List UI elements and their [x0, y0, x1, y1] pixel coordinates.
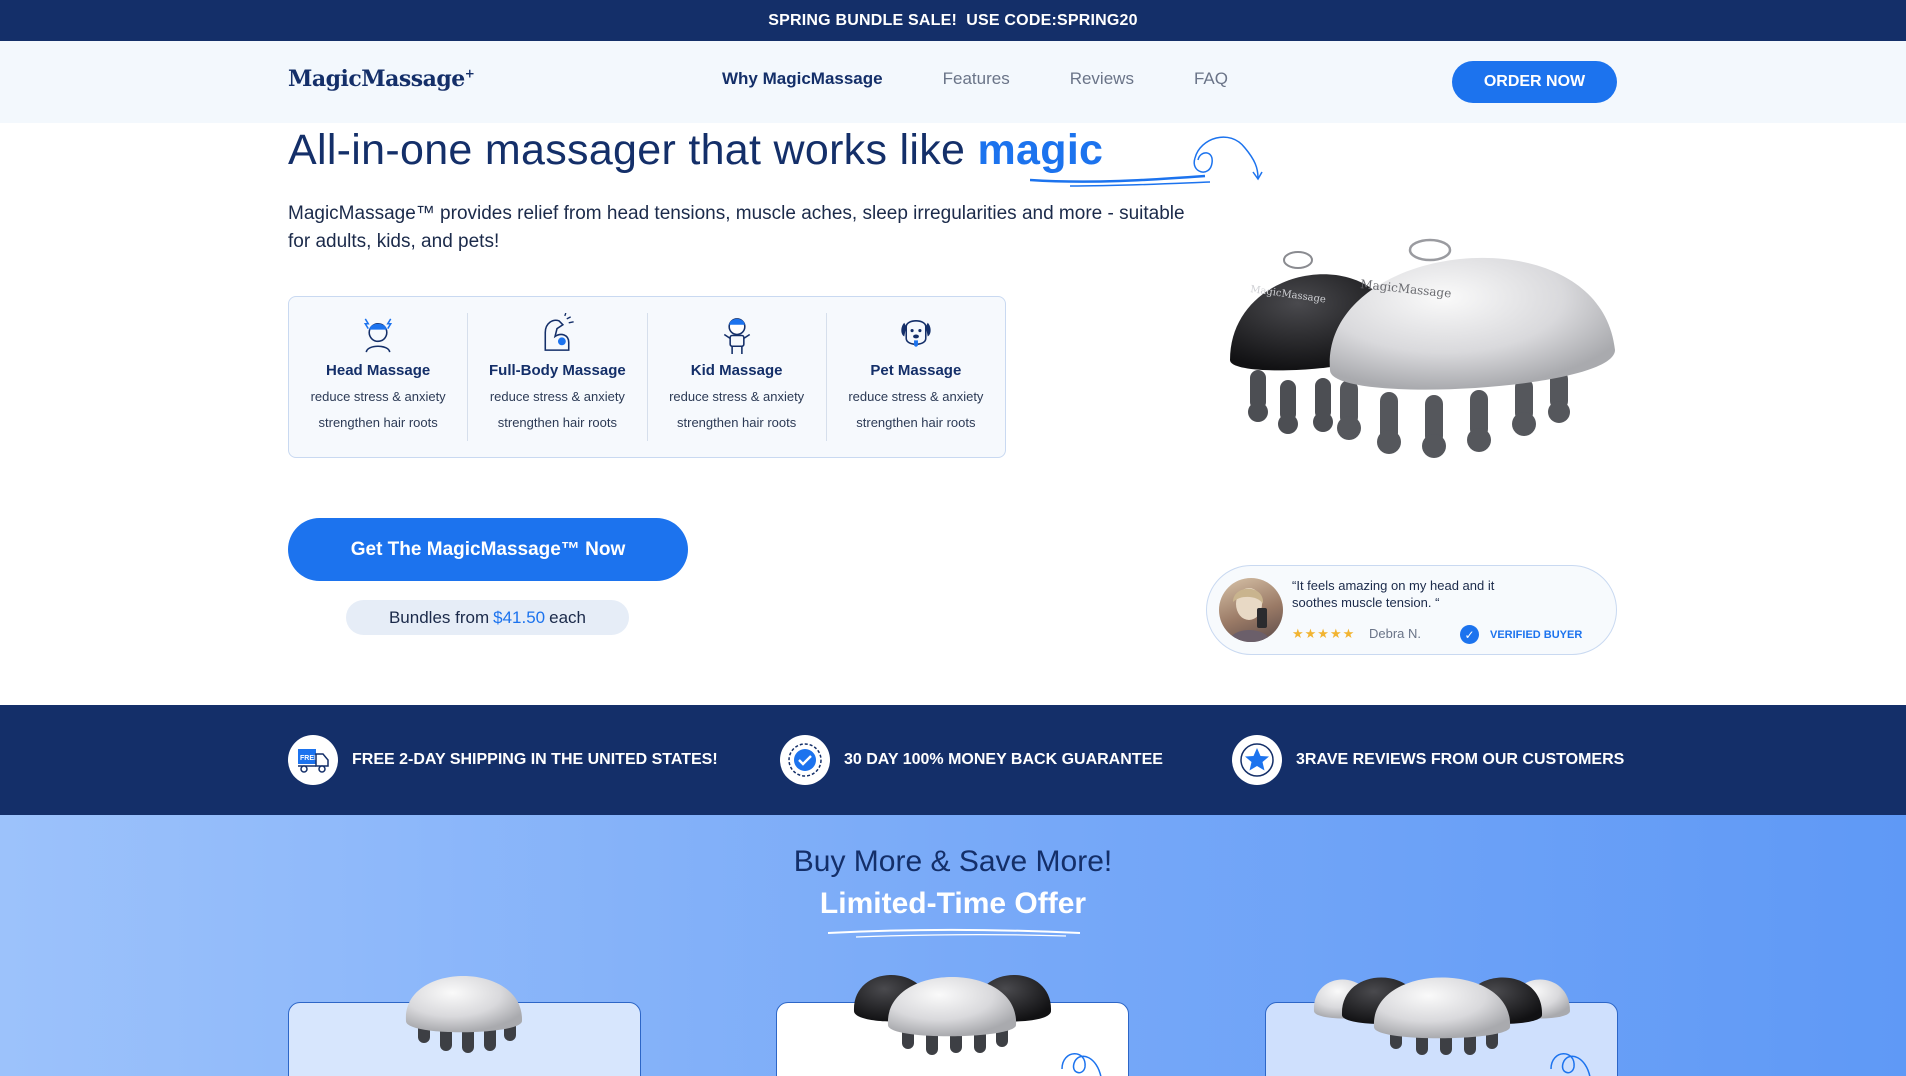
body-massage-icon — [544, 313, 575, 351]
main-nav: MagicMassage+ Why MagicMassage Features … — [0, 41, 1906, 123]
bundle-prefix: Bundles from — [388, 607, 490, 627]
bundle-price: $41.50 — [493, 607, 546, 627]
rating-stars-icon: ★★★★★ — [1292, 626, 1356, 641]
bundle-1-product-image — [405, 976, 523, 1053]
feature-line: reduce stress & anxiety — [669, 389, 805, 404]
benefit-text: 3RAVE REVIEWS FROM OUR CUSTOMERS — [1296, 751, 1625, 768]
feature-kid-massage: Kid Massage reduce stress & anxiety stre… — [648, 313, 827, 441]
swirl-decoration — [1030, 136, 1263, 187]
feature-line: strengthen hair roots — [318, 415, 438, 430]
bundle-price-pill: Bundles from $41.50 each — [346, 600, 629, 635]
nav-item-features[interactable]: Features — [943, 69, 1010, 89]
hero-subtitle: MagicMassage™ provides relief from head … — [288, 203, 1185, 252]
feature-title: Kid Massage — [690, 362, 783, 379]
feature-full-body-massage: Full-Body Massage reduce stress & anxiet… — [468, 313, 648, 441]
promo-text: SPRING BUNDLE SALE! USE CODE:SPRING20 — [768, 11, 1138, 29]
feature-line: strengthen hair roots — [497, 415, 617, 430]
review-card: “It feels amazing on my head and it soot… — [1206, 565, 1617, 655]
order-now-button[interactable]: ORDER NOW — [1452, 61, 1617, 103]
benefit-text: 30 DAY 100% MONEY BACK GUARANTEE — [844, 751, 1163, 768]
logo-text: MagicMassage — [288, 66, 465, 92]
feature-line: reduce stress & anxiety — [848, 389, 984, 404]
truck-icon: FREE — [288, 735, 338, 785]
offer-title: Buy More & Save More! — [793, 845, 1113, 878]
feature-head-massage: Head Massage reduce stress & anxiety str… — [289, 313, 469, 441]
swirl-decoration — [1061, 1053, 1102, 1076]
benefit-reviews: 3RAVE REVIEWS FROM OUR CUSTOMERS — [1232, 735, 1624, 785]
kid-icon — [723, 318, 750, 355]
head-massage-icon — [364, 318, 393, 353]
offer-section: Buy More & Save More! Limited-Time Offer — [0, 815, 1906, 1076]
logo-mark: + — [464, 66, 475, 81]
dog-icon — [901, 320, 931, 347]
feature-title: Pet Massage — [870, 362, 962, 379]
feature-title: Full-Body Massage — [489, 362, 626, 379]
verified-buyer-label: VERIFIED BUYER — [1490, 629, 1583, 641]
nav-item-reviews[interactable]: Reviews — [1070, 69, 1134, 89]
bundle-2-product-image — [853, 975, 1052, 1055]
benefit-shipping: FREE FREE 2-DAY SHIPPING IN THE UNITED S… — [288, 735, 718, 785]
reviewer-name: Debra N. — [1369, 626, 1422, 641]
feature-list: Head Massage reduce stress & anxiety str… — [288, 296, 1006, 458]
bundle-3-product-image — [1313, 977, 1570, 1055]
feature-line: reduce stress & anxiety — [489, 389, 625, 404]
feature-line: reduce stress & anxiety — [310, 389, 446, 404]
nav-item-faq[interactable]: FAQ — [1194, 69, 1228, 89]
hero-title: All-in-one massager that works like magi… — [288, 126, 1103, 175]
underline-decoration — [827, 929, 1081, 938]
star-icon — [1232, 735, 1282, 785]
bundle-suffix: each — [549, 607, 587, 627]
feature-line: strengthen hair roots — [677, 415, 797, 430]
guarantee-badge-icon — [780, 735, 830, 785]
promo-banner: SPRING BUNDLE SALE! USE CODE:SPRING20 — [0, 0, 1906, 41]
verified-check-icon: ✓ — [1460, 625, 1479, 644]
offer-subtitle: Limited-Time Offer — [819, 887, 1087, 920]
benefits-strip: FREE FREE 2-DAY SHIPPING IN THE UNITED S… — [0, 705, 1906, 815]
nav-menu: Why MagicMassage Features Reviews FAQ — [722, 69, 1228, 89]
product-image: MagicMassage MagicMassage — [1230, 238, 1615, 458]
review-quote: “It feels amazing on my head and it soot… — [1292, 578, 1495, 610]
reviewer-avatar — [1219, 578, 1283, 642]
feature-pet-massage: Pet Massage reduce stress & anxiety stre… — [827, 313, 1005, 441]
benefit-text: FREE 2-DAY SHIPPING IN THE UNITED STATES… — [352, 751, 718, 768]
feature-line: strengthen hair roots — [856, 415, 976, 430]
nav-item-why[interactable]: Why MagicMassage — [722, 69, 883, 89]
get-magicmassage-button[interactable]: Get The MagicMassage™ Now — [288, 518, 688, 581]
benefit-guarantee: 30 DAY 100% MONEY BACK GUARANTEE — [780, 735, 1163, 785]
feature-title: Head Massage — [326, 362, 431, 379]
logo[interactable]: MagicMassage+ — [288, 66, 475, 92]
hero-title-prefix: All-in-one massager that works like — [288, 126, 978, 174]
